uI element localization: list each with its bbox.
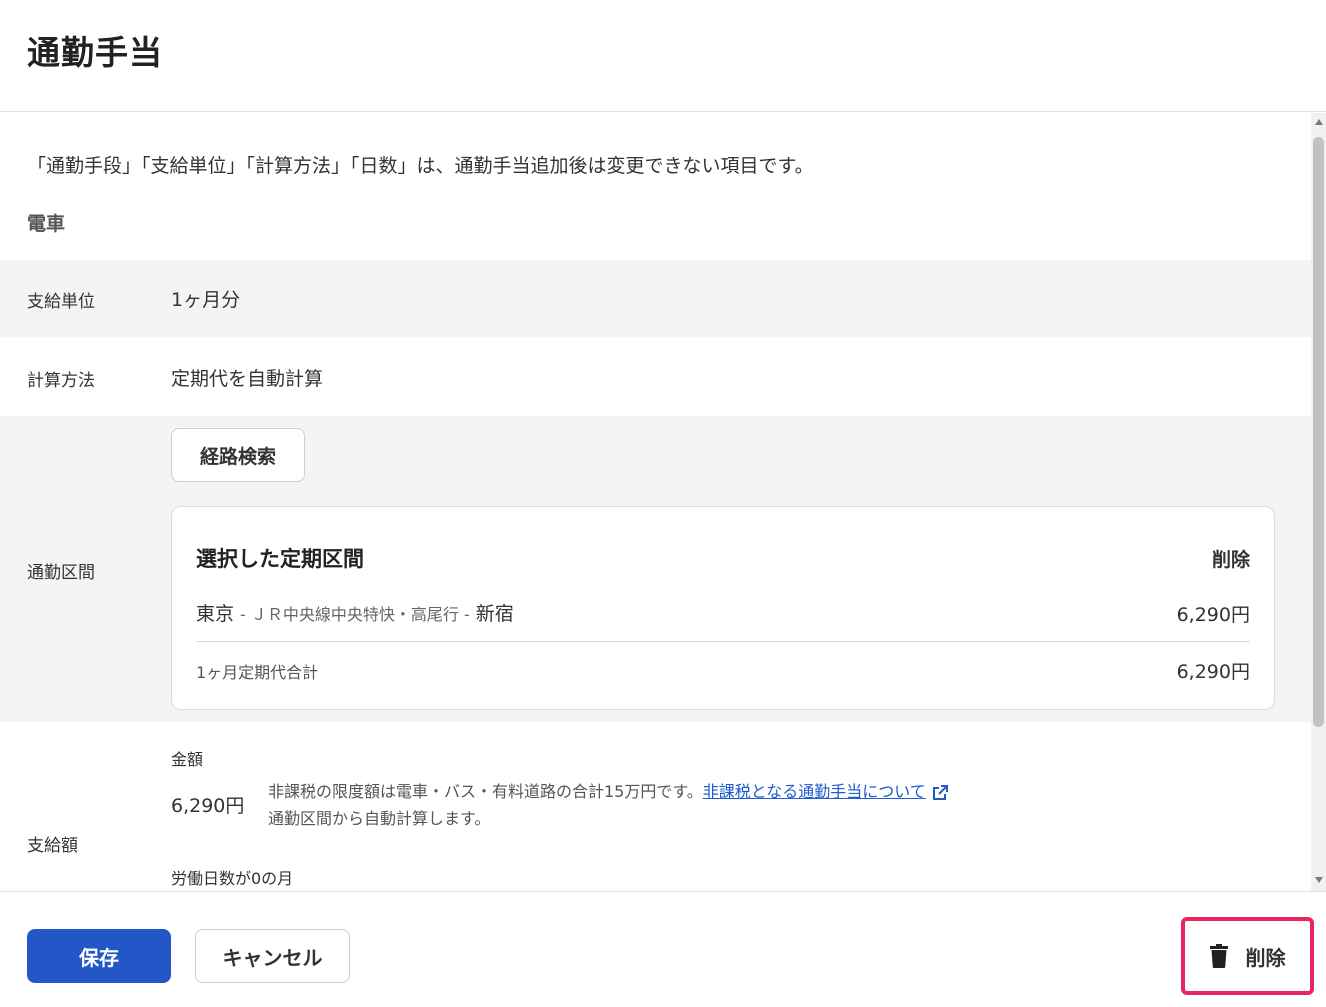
zero-days-label: 労働日数が0の月 bbox=[171, 869, 294, 888]
segment-from: 東京 bbox=[196, 603, 235, 625]
unit-label: 支給単位 bbox=[27, 292, 95, 312]
route-delete-link[interactable]: 削除 bbox=[1212, 545, 1250, 572]
external-link-icon[interactable] bbox=[930, 783, 950, 803]
dialog-footer: 保存 キャンセル 削除 bbox=[0, 891, 1326, 1007]
delete-button[interactable]: 削除 bbox=[1181, 917, 1314, 995]
route-label: 通勤区間 bbox=[27, 563, 95, 583]
total-amount: 6,290円 bbox=[1176, 661, 1250, 683]
selected-route-card: 選択した定期区間 削除 東京 - ＪＲ中央線中央特快・高尾行 - 新宿 6,290円… bbox=[171, 506, 1275, 710]
segment-amount: 6,290円 bbox=[1176, 604, 1250, 626]
vertical-scrollbar[interactable] bbox=[1311, 113, 1326, 891]
method-value: 定期代を自動計算 bbox=[171, 368, 324, 390]
auto-calc-note: 通勤区間から自動計算します。 bbox=[268, 809, 491, 828]
segment-to: 新宿 bbox=[475, 603, 514, 625]
scroll-down-icon[interactable] bbox=[1315, 877, 1323, 883]
row-unit: 支給単位 1ヶ月分 bbox=[0, 260, 1311, 337]
total-label: 1ヶ月定期代合計 bbox=[196, 663, 319, 682]
dialog-content: 「通勤手段」「支給単位」「計算方法」「日数」は、通勤手当追加後は変更できない項目… bbox=[0, 113, 1311, 891]
row-method: 計算方法 定期代を自動計算 bbox=[0, 337, 1311, 416]
tax-free-link[interactable]: 非課税となる通勤手当について bbox=[703, 782, 926, 801]
tax-note-text: 非課税の限度額は電車・バス・有料道路の合計15万円です。 bbox=[268, 782, 703, 801]
delete-button-label: 削除 bbox=[1245, 945, 1286, 970]
route-card-title: 選択した定期区間 bbox=[196, 547, 364, 571]
amount-caption: 金額 bbox=[171, 750, 204, 769]
scroll-up-icon[interactable] bbox=[1315, 119, 1323, 125]
segment-via: - ＪＲ中央線中央特快・高尾行 - bbox=[240, 605, 470, 624]
commute-mode-label: 電車 bbox=[27, 213, 66, 235]
dialog-header: 通勤手当 bbox=[0, 0, 1326, 112]
save-button[interactable]: 保存 bbox=[27, 929, 171, 983]
payment-label: 支給額 bbox=[27, 836, 78, 856]
page-title: 通勤手当 bbox=[27, 33, 163, 72]
trash-icon bbox=[1209, 944, 1228, 968]
cancel-button[interactable]: キャンセル bbox=[195, 929, 350, 983]
tax-note: 非課税の限度額は電車・バス・有料道路の合計15万円です。非課税となる通勤手当につ… bbox=[268, 778, 950, 803]
method-label: 計算方法 bbox=[27, 371, 95, 391]
route-search-button[interactable]: 経路検索 bbox=[171, 428, 305, 482]
notice-text: 「通勤手段」「支給単位」「計算方法」「日数」は、通勤手当追加後は変更できない項目… bbox=[27, 155, 814, 177]
card-divider bbox=[196, 641, 1250, 642]
scrollbar-thumb[interactable] bbox=[1313, 137, 1324, 727]
route-segment: 東京 - ＪＲ中央線中央特快・高尾行 - 新宿 bbox=[196, 599, 514, 626]
unit-value: 1ヶ月分 bbox=[171, 289, 241, 311]
amount-value: 6,290円 bbox=[171, 795, 245, 817]
